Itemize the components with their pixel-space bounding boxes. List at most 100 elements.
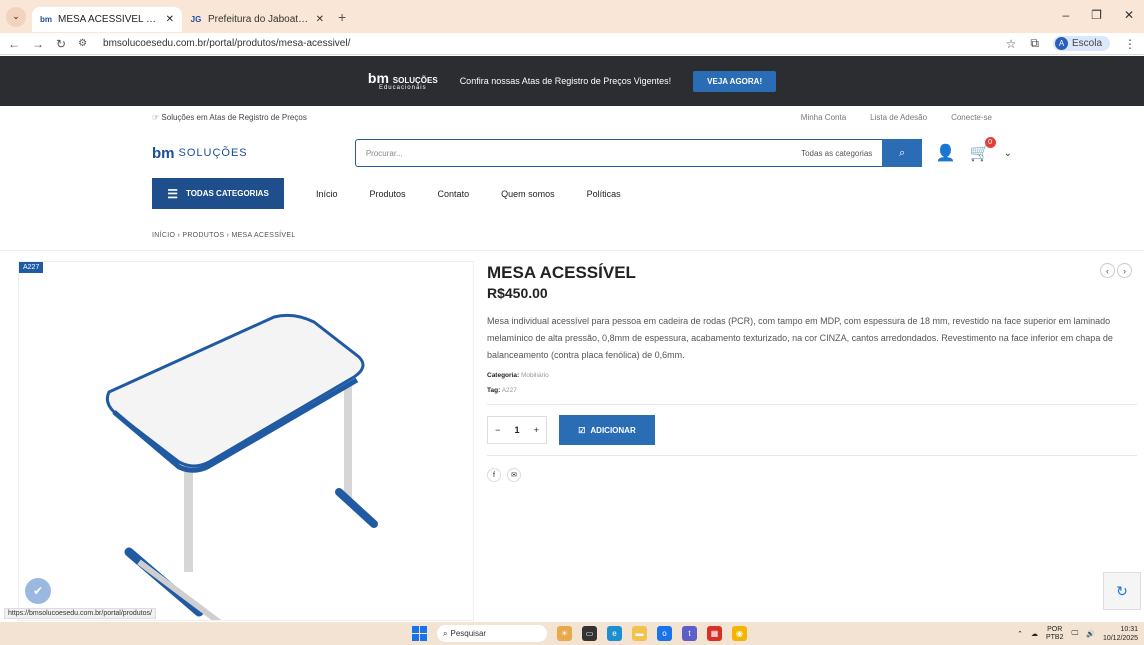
site-logo[interactable]: bm SOLUÇÕES [152,145,355,162]
nav-item-inicio[interactable]: Início [316,189,338,199]
veja-agora-button[interactable]: VEJA AGORA! [693,70,777,92]
url-field[interactable]: bmsolucoesedu.com.br/portal/produtos/mes… [103,38,350,49]
widgets-icon[interactable]: ☀ [557,626,572,641]
browser-tabstrip: ⌄ bm MESA ACESSÍVEL – Portal BM ✕ JG Pre… [0,0,1144,33]
search-input[interactable]: Procurar... [366,149,801,158]
product-info: MESA ACESSÍVEL R$450.00 Mesa individual … [487,263,1137,482]
promo-logo-text: SOLUÇÕES [392,76,438,85]
divider [487,455,1137,456]
divider [0,250,1144,251]
product-price: R$450.00 [487,285,548,301]
accessibility-icon[interactable]: ✔ [25,578,51,604]
nav-item-produtos[interactable]: Produtos [370,189,406,199]
reload-icon[interactable]: ↻ [56,37,66,51]
search-button[interactable]: ⌕ [882,139,923,167]
recaptcha-icon[interactable]: ↻ [1103,572,1141,610]
minha-conta-link[interactable]: Minha Conta [801,113,846,122]
product-image[interactable] [19,262,474,621]
cart-check-icon: ☑ [578,425,586,435]
site-logo-text: SOLUÇÕES [178,147,248,159]
new-tab-button[interactable]: + [338,9,346,25]
tab-prefeitura[interactable]: JG Prefeitura do Jaboatão dos Gua ✕ [182,7,332,32]
volume-icon[interactable]: 🔊 [1086,630,1095,638]
forward-icon[interactable]: → [32,37,44,51]
add-to-cart-button[interactable]: ☑ ADICIONAR [559,415,655,445]
file-explorer-icon[interactable]: ▬ [632,626,647,641]
profile-avatar: A [1054,37,1068,50]
product-title: MESA ACESSÍVEL [487,263,636,282]
promo-text: Confira nossas Atas de Registro de Preço… [459,76,672,86]
add-to-cart-label: ADICIONAR [590,425,636,435]
site-logo-mark: bm [152,144,175,162]
nav-item-contato[interactable]: Contato [438,189,470,199]
hand-icon: ☞ [152,113,162,122]
next-product-icon[interactable]: › [1117,263,1132,278]
weather-icon[interactable]: ☁ [1031,630,1038,638]
outlook-icon[interactable]: o [657,626,672,641]
sku-badge: A227 [19,262,44,273]
close-tab-icon[interactable]: ✕ [166,14,174,25]
restore-icon[interactable]: ❐ [1091,8,1102,22]
product-tag: Tag: A227 [487,387,517,394]
network-icon[interactable]: 🖵 [1071,630,1078,638]
windows-start-icon[interactable] [412,626,427,641]
decrement-button[interactable]: − [495,425,500,435]
quantity-stepper: − 1 + [487,416,547,444]
bookmark-star-icon[interactable]: ☆ [1006,37,1017,51]
chevron-down-icon[interactable]: ⌄ [1004,148,1012,159]
edge-icon[interactable]: e [607,626,622,641]
divider [487,404,1137,405]
promo-logo-mark: bm [367,70,389,86]
category-link[interactable]: Mobiliário [521,372,549,379]
taskbar-search[interactable]: ⌕ Pesquisar [437,625,547,642]
close-window-icon[interactable]: ✕ [1124,8,1134,22]
language-indicator[interactable]: POR PTB2 [1046,626,1064,642]
product-navigation: ‹ › [1100,263,1132,278]
minimize-icon[interactable]: – [1062,8,1069,22]
back-icon[interactable]: ← [8,37,20,51]
tag-link[interactable]: A227 [502,387,517,394]
extensions-icon[interactable]: ⧉ [1030,36,1039,51]
product-description: Mesa individual acessível para pessoa em… [487,316,1113,360]
taskbar: ⌕ Pesquisar ☀ ▭ e ▬ o t ▦ ◉ ⌃ ☁ POR PTB2 🖵… [0,622,1144,645]
previous-product-icon[interactable]: ‹ [1100,263,1115,278]
teams-icon[interactable]: t [682,626,697,641]
email-icon[interactable]: ✉ [507,468,521,482]
app-icon[interactable]: ▦ [707,626,722,641]
tab-title: Prefeitura do Jaboatão dos Gua [208,14,310,25]
profile-button[interactable]: A Escola [1052,36,1110,51]
chrome-icon[interactable]: ◉ [732,626,747,641]
site-header: bm SOLUÇÕES Procurar... Todas as categor… [152,137,1012,168]
breadcrumb-inicio[interactable]: INÍCIO [152,232,175,239]
cart-count-badge: 0 [984,137,996,148]
breadcrumb-current: MESA ACESSÍVEL [231,232,296,239]
user-account-icon[interactable]: 👤 [936,143,956,163]
task-view-icon[interactable]: ▭ [582,626,597,641]
tab-title: MESA ACESSÍVEL – Portal BM [58,14,160,25]
chevron-up-icon[interactable]: ⌃ [1017,630,1023,638]
tab-search-icon[interactable]: ⌄ [6,6,26,27]
facebook-icon[interactable]: f [487,468,501,482]
address-bar: ← → ↻ ⚙ bmsolucoesedu.com.br/portal/prod… [0,33,1144,55]
profile-label: Escola [1071,38,1102,49]
conecte-se-link[interactable]: Conecte-se [951,113,992,122]
product-gallery[interactable]: A227 ✔ [18,261,474,621]
main-nav: ☰ TODAS CATEGORIAS Início Produtos Conta… [152,178,621,209]
close-tab-icon[interactable]: ✕ [316,14,324,25]
increment-button[interactable]: + [534,425,539,435]
nav-item-quem-somos[interactable]: Quem somos [501,189,555,199]
site-info-icon[interactable]: ⚙ [78,38,87,49]
menu-icon[interactable]: ⋮ [1124,37,1136,51]
breadcrumb: INÍCIO › PRODUTOS › MESA ACESSÍVEL [152,232,296,239]
clock[interactable]: 10:31 10/12/2025 [1103,625,1138,643]
all-categories-button[interactable]: ☰ TODAS CATEGORIAS [152,178,284,209]
product-category: Categoria: Mobiliário [487,372,549,379]
cart-icon[interactable]: 🛒 0 [970,137,996,163]
promo-logo[interactable]: bm SOLUÇÕES Educacionais [368,71,438,91]
quantity-input[interactable]: 1 [514,425,519,435]
tab-mesa-acessivel[interactable]: bm MESA ACESSÍVEL – Portal BM ✕ [32,7,182,32]
breadcrumb-produtos[interactable]: PRODUTOS [182,232,224,239]
category-select[interactable]: Todas as categorias [801,149,872,158]
nav-item-politicas[interactable]: Políticas [587,189,621,199]
lista-adesao-link[interactable]: Lista de Adesão [870,113,927,122]
